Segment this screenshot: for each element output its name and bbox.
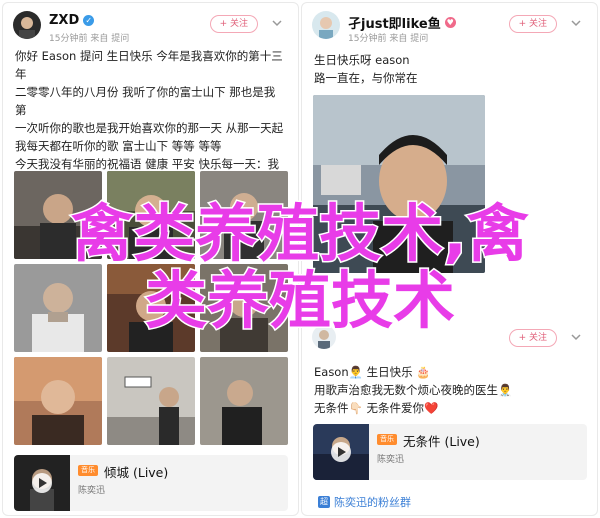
avatar[interactable] <box>312 11 340 39</box>
music-title[interactable]: 倾城 (Live) <box>104 462 168 481</box>
post-header: 孑just即like鱼 ♥ 15分钟前 来自 提问 + 关注 <box>312 11 587 45</box>
post-time: 15分钟前 <box>49 34 88 44</box>
post-text: 生日快乐呀 eason 路一直在，与你常在 <box>314 51 585 87</box>
post-text-line: 我每天都在听你的歌 富士山下 等等 等等 <box>15 139 222 153</box>
music-tag: 音乐 <box>78 465 98 476</box>
music-artist[interactable]: 陈奕迅 <box>377 452 404 465</box>
post-text-line: 二零零八年的八月份 我听了你的富士山下 那也是我第 <box>15 85 276 117</box>
music-title[interactable]: 无条件 (Live) <box>403 431 480 450</box>
reply-text: Eason👨‍💼 生日快乐 🎂 用歌声治愈我无数个烦心夜晚的医生👨‍⚕️ 无条件… <box>314 363 585 417</box>
music-artist[interactable]: 陈奕迅 <box>78 483 105 496</box>
post-text-line: 无条件👇🏻 无条件爱你❤️ <box>314 401 439 415</box>
post-photo[interactable] <box>200 264 288 352</box>
username[interactable]: 孑just即like鱼 ♥ <box>348 13 456 32</box>
post-text-line: Eason👨‍💼 生日快乐 🎂 <box>314 365 431 379</box>
post-photo[interactable] <box>14 357 102 445</box>
post-photo[interactable] <box>107 171 195 259</box>
username-text[interactable]: 孑just即like鱼 <box>348 13 441 32</box>
post-text-line: 生日快乐呀 eason <box>314 53 410 67</box>
username[interactable]: ZXD ✓ <box>49 13 95 28</box>
super-topic-icon: 超 <box>318 496 330 508</box>
post-card-left[interactable]: ZXD ✓ 15分钟前 来自 提问 + 关注 你好 Eason 提问 生日快乐 … <box>2 2 299 516</box>
post-photo[interactable] <box>107 357 195 445</box>
music-tag: 音乐 <box>377 434 397 445</box>
play-icon[interactable] <box>331 442 351 462</box>
post-source: 来自 提问 <box>389 34 429 44</box>
follow-button[interactable]: + 关注 <box>209 15 258 33</box>
post-photo[interactable] <box>107 264 195 352</box>
post-photo[interactable] <box>313 95 485 273</box>
music-card[interactable]: 音乐 倾城 (Live) 陈奕迅 <box>14 455 288 511</box>
post-source: 来自 提问 <box>90 34 130 44</box>
chevron-down-icon[interactable] <box>569 16 583 30</box>
post-photo[interactable] <box>14 171 102 259</box>
follow-button[interactable]: + 关注 <box>508 15 557 33</box>
super-topic-link[interactable]: 超 陈奕迅的粉丝群 <box>318 494 411 510</box>
post-header: ZXD ✓ 15分钟前 来自 提问 + 关注 <box>13 11 288 45</box>
post-text-line: 路一直在，与你常在 <box>314 71 418 85</box>
post-meta: 15分钟前 来自 提问 <box>49 31 129 44</box>
music-card[interactable]: 音乐 无条件 (Live) 陈奕迅 <box>313 424 587 480</box>
reply-header: + 关注 <box>312 325 587 359</box>
avatar[interactable] <box>13 11 41 39</box>
post-photo[interactable] <box>14 264 102 352</box>
username-text[interactable]: ZXD <box>49 13 79 28</box>
chevron-down-icon[interactable] <box>569 330 583 344</box>
chevron-down-icon[interactable] <box>270 16 284 30</box>
verified-icon: ✓ <box>83 15 95 26</box>
follow-button[interactable]: + 关注 <box>508 329 557 347</box>
post-time: 15分钟前 <box>348 34 387 44</box>
play-icon[interactable] <box>32 473 52 493</box>
post-text-line: 一次听你的歌也是我开始喜欢你的那一天 从那一天起 <box>15 121 284 135</box>
post-photo[interactable] <box>200 357 288 445</box>
post-text-line: 你好 Eason 提问 生日快乐 今年是我喜欢你的第十三年 <box>15 49 283 81</box>
post-card-right[interactable]: 孑just即like鱼 ♥ 15分钟前 来自 提问 + 关注 生日快乐呀 eas… <box>301 2 598 516</box>
post-meta: 15分钟前 来自 提问 <box>348 31 428 44</box>
avatar[interactable] <box>312 325 336 349</box>
fan-badge-icon: ♥ <box>444 17 456 28</box>
post-text-line: 用歌声治愈我无数个烦心夜晚的医生👨‍⚕️ <box>314 383 513 397</box>
super-topic-text[interactable]: 陈奕迅的粉丝群 <box>334 494 411 510</box>
post-photo[interactable] <box>200 171 288 259</box>
